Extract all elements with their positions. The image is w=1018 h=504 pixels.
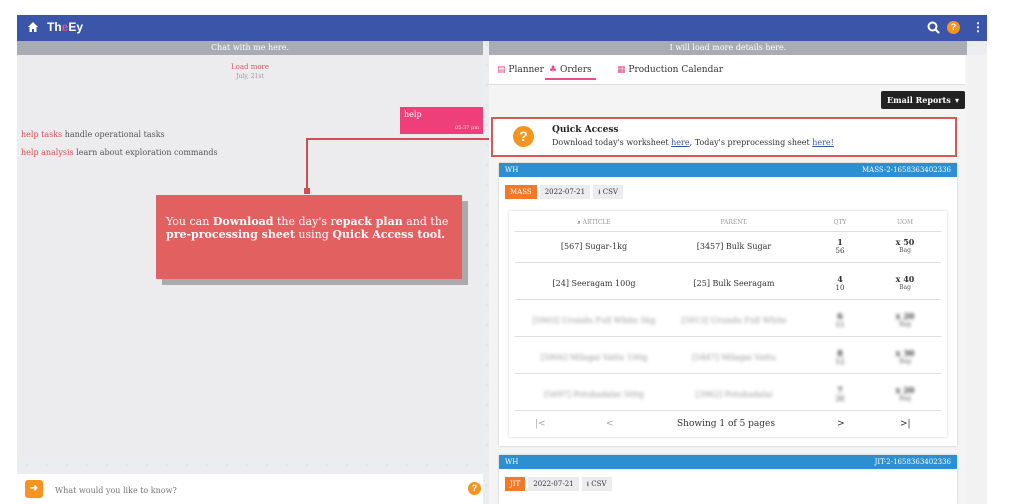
col-qty: QTY (833, 219, 847, 226)
ask-input[interactable] (55, 483, 435, 497)
connector-line (306, 138, 490, 140)
page-status: Showing 1 of 5 pages (677, 419, 775, 429)
article-table: ⌕ ARTICLE PARENT. QTY UOM [567] Sugar-1k… (509, 211, 947, 437)
top-bar: TheEy ? ⋮ (17, 15, 987, 41)
ask-help-icon[interactable]: ? (468, 482, 481, 495)
chat-header: Chat with me here. (17, 41, 483, 55)
help-icon[interactable]: ? (947, 21, 960, 34)
wh-card-mass: WH MASS-2-1658363402336 MASS 2022-07-21 ⭳ C… (499, 163, 957, 446)
details-panel: ▤ Planner ♣ Orders ▦ Production Calendar… (489, 55, 967, 504)
next-page-button[interactable]: > (837, 419, 845, 429)
calendar-icon: ▦ (617, 65, 626, 75)
question-icon: ? (513, 126, 534, 147)
col-article[interactable]: ⌕ ARTICLE (559, 219, 629, 227)
download-icon: ⭳ (598, 188, 601, 196)
download-icon: ⭳ (586, 480, 590, 488)
caret-down-icon[interactable]: ▾ (955, 91, 959, 109)
send-button[interactable]: ➜ (25, 480, 43, 498)
quick-access-box: ? Quick Access Download today's workshee… (491, 117, 957, 157)
app-window: TheEy ? ⋮ Chat with me here. I will load… (17, 15, 987, 504)
chip-date: 2022-07-21 (528, 477, 579, 491)
col-uom: UOM (896, 219, 914, 226)
tab-planner[interactable]: ▤ Planner (493, 62, 548, 78)
home-icon[interactable] (27, 21, 39, 33)
more-menu-icon[interactable]: ⋮ (972, 20, 984, 34)
chip-date: 2022-07-21 (539, 185, 591, 199)
ask-bar: ➜ ? (17, 474, 483, 504)
connector-dot (304, 188, 310, 194)
details-header: I will load more details here. (489, 41, 967, 55)
worksheet-link[interactable]: here (671, 138, 689, 147)
first-page-button[interactable]: |< (535, 419, 546, 429)
chip-type[interactable]: MASS (505, 185, 537, 199)
wh-card-jit: WH JIT-2-1658363402336 JIT 2022-07-21 ⭳ CSV (499, 455, 957, 504)
quick-access-text: Download today's worksheet here, Today's… (552, 138, 834, 147)
csv-button[interactable]: ⭳ CSV (581, 477, 612, 491)
help-line: help tasks handle operational tasks (21, 130, 165, 139)
help-line: help analysis learn about exploration co… (21, 148, 218, 157)
wh-card-header: WH MASS-2-1658363402336 (499, 163, 957, 177)
prev-page-button[interactable]: < (606, 419, 614, 429)
file-icon: ▤ (497, 65, 506, 75)
chat-date: July, 21st (236, 73, 264, 80)
wh-chips: JIT 2022-07-21 ⭳ CSV (505, 477, 615, 491)
preprocessing-link[interactable]: here! (812, 138, 834, 147)
col-parent: PARENT. (720, 219, 748, 226)
search-icon[interactable] (927, 21, 940, 34)
scrollbar[interactable] (967, 55, 987, 504)
tutorial-tooltip: You can Download the day's repack plan a… (156, 195, 462, 279)
chip-type[interactable]: JIT (505, 477, 526, 491)
load-more-link[interactable]: Load more (17, 63, 483, 71)
last-page-button[interactable]: >| (900, 419, 911, 429)
email-reports-button[interactable]: Email Reports ▾ (881, 91, 965, 109)
tab-production-calendar[interactable]: ▦ Production Calendar (613, 62, 727, 78)
tab-orders[interactable]: ♣ Orders (545, 62, 596, 80)
quick-access-title: Quick Access (552, 125, 619, 135)
tab-bar: ▤ Planner ♣ Orders ▦ Production Calendar (489, 55, 965, 85)
sitemap-icon: ♣ (549, 65, 558, 75)
user-message-bubble: help 05:37 pm (400, 107, 483, 134)
wh-chips: MASS 2022-07-21 ⭳ CSV (505, 185, 626, 199)
search-icon: ⌕ (577, 219, 581, 226)
app-logo[interactable]: TheEy (47, 20, 83, 34)
csv-button[interactable]: ⭳ CSV (593, 185, 623, 199)
wh-card-header: WH JIT-2-1658363402336 (499, 455, 957, 469)
connector-line (306, 138, 308, 190)
